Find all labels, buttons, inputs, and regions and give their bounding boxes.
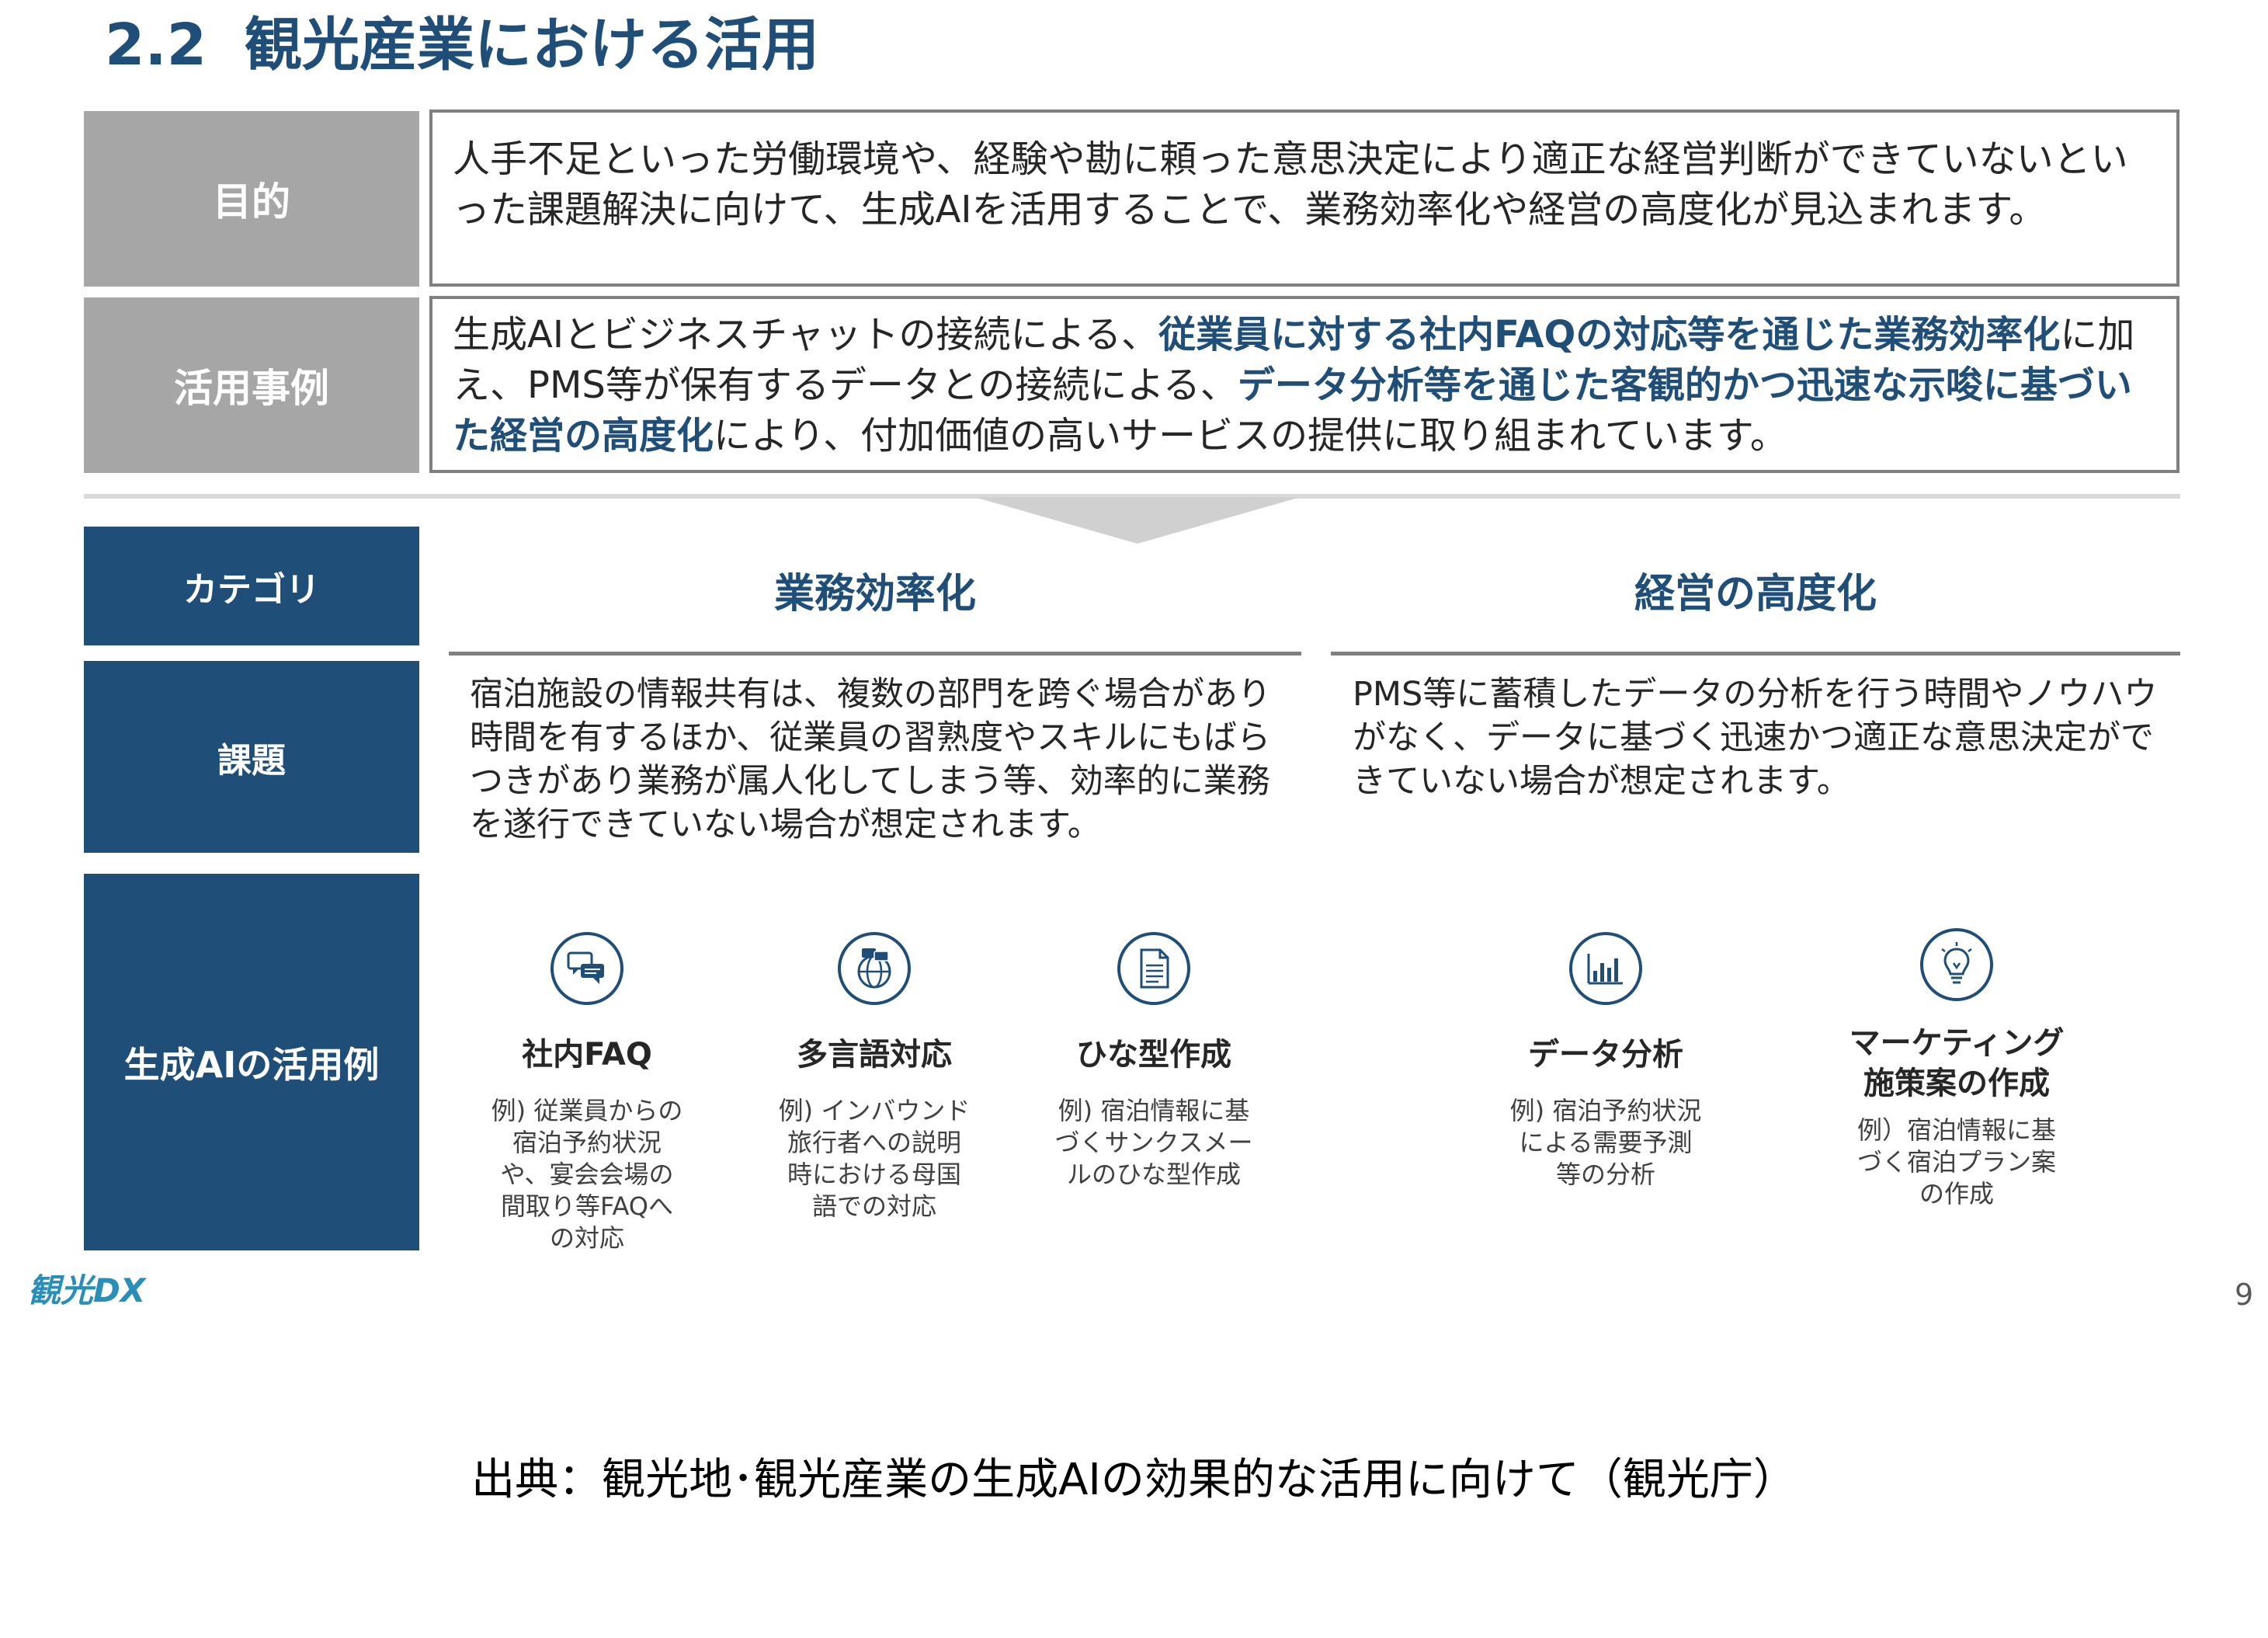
use-case-desc: 例) 宿泊予約状況による需要予測等の分析 — [1509, 1096, 1702, 1189]
examples-highlight-1: 従業員に対する社内FAQの対応等を通じた業務効率化 — [1158, 313, 2061, 356]
examples-text-box: 生成AIとビジネスチャットの接続による、従業員に対する社内FAQの対応等を通じた… — [429, 296, 2179, 473]
globe-chat-icon — [838, 932, 911, 1005]
use-case-template: ひな型作成 例) 宿泊情報に基づくサンクスメールのひな型作成 — [1037, 932, 1270, 1191]
examples-text-3: により、付加価値の高いサービスの提供に取り組まれています。 — [714, 414, 1787, 457]
lightbulb-icon — [1920, 928, 1993, 1001]
purpose-label: 目的 — [84, 111, 419, 287]
examples-text-1: 生成AIとビジネスチャットの接続による、 — [453, 313, 1159, 356]
issue-label: 課題 — [84, 661, 419, 853]
issue-text-management: PMS等に蓄積したデータの分析を行う時間やノウハウがなく、データに基づく迅速かつ… — [1353, 675, 2158, 801]
source-caption: 出典：観光地･観光産業の生成AIの効果的な活用に向けて（観光庁） — [471, 1455, 1797, 1505]
section-number: 2.2 — [105, 12, 207, 78]
issue-text-efficiency: 宿泊施設の情報共有は、複数の部門を跨ぐ場合があり時間を有するほか、従業員の習熟度… — [470, 675, 1271, 844]
use-case-title: マーケティング施策案の作成 — [1849, 1025, 2065, 1101]
kanko-dx-logo: 観光DX — [28, 1271, 146, 1309]
use-case-data-analysis: データ分析 例) 宿泊予約状況による需要予測等の分析 — [1489, 932, 1722, 1191]
use-case-faq: 社内FAQ 例) 従業員からの宿泊予約状況や、宴会会場の間取り等FAQへの対応 — [471, 932, 703, 1254]
category-underline-management — [1331, 652, 2180, 656]
use-case-marketing: マーケティング施策案の作成 例）宿泊情報に基づく宿泊プラン案の作成 — [1840, 928, 2073, 1210]
down-arrow-icon — [974, 497, 1301, 544]
purpose-text-box: 人手不足といった労働環境や、経験や勘に頼った意思決定により適正な経営判断ができて… — [429, 110, 2179, 287]
page-number: 9 — [2235, 1278, 2254, 1312]
use-case-desc: 例) 従業員からの宿泊予約状況や、宴会会場の間取り等FAQへの対応 — [491, 1096, 683, 1253]
category-label: カテゴリ — [84, 527, 419, 645]
use-case-title: ひな型作成 — [1076, 1037, 1231, 1073]
use-case-desc: 例）宿泊情報に基づく宿泊プラン案の作成 — [1856, 1115, 2056, 1209]
use-case-title: データ分析 — [1528, 1037, 1683, 1073]
examples-label: 活用事例 — [84, 297, 419, 473]
purpose-text: 人手不足といった労働環境や、経験や勘に頼った意思決定により適正な経営判断ができて… — [453, 137, 2128, 231]
issue-label-text: 課題 — [217, 740, 286, 781]
purpose-label-text: 目的 — [213, 179, 290, 224]
use-case-title: 多言語対応 — [797, 1037, 952, 1073]
category-title-management: 経営の高度化 — [1634, 571, 1877, 617]
use-case-multilingual: 多言語対応 例) インバウンド旅行者への説明時における母国語での対応 — [758, 932, 991, 1222]
examples-label-text: 活用事例 — [174, 366, 329, 411]
category-label-text: カテゴリ — [183, 569, 320, 610]
use-case-desc: 例) インバウンド旅行者への説明時における母国語での対応 — [778, 1096, 971, 1221]
use-case-desc: 例) 宿泊情報に基づくサンクスメールのひな型作成 — [1054, 1096, 1253, 1189]
chat-icon — [551, 932, 623, 1005]
genai-label: 生成AIの活用例 — [84, 874, 419, 1250]
document-icon — [1117, 932, 1190, 1005]
bar-chart-icon — [1569, 932, 1642, 1005]
use-case-title: 社内FAQ — [522, 1037, 652, 1073]
category-title-efficiency: 業務効率化 — [773, 571, 976, 617]
section-title: 観光産業における活用 — [245, 12, 819, 78]
genai-label-text: 生成AIの活用例 — [123, 1043, 380, 1086]
category-underline-efficiency — [449, 652, 1301, 656]
